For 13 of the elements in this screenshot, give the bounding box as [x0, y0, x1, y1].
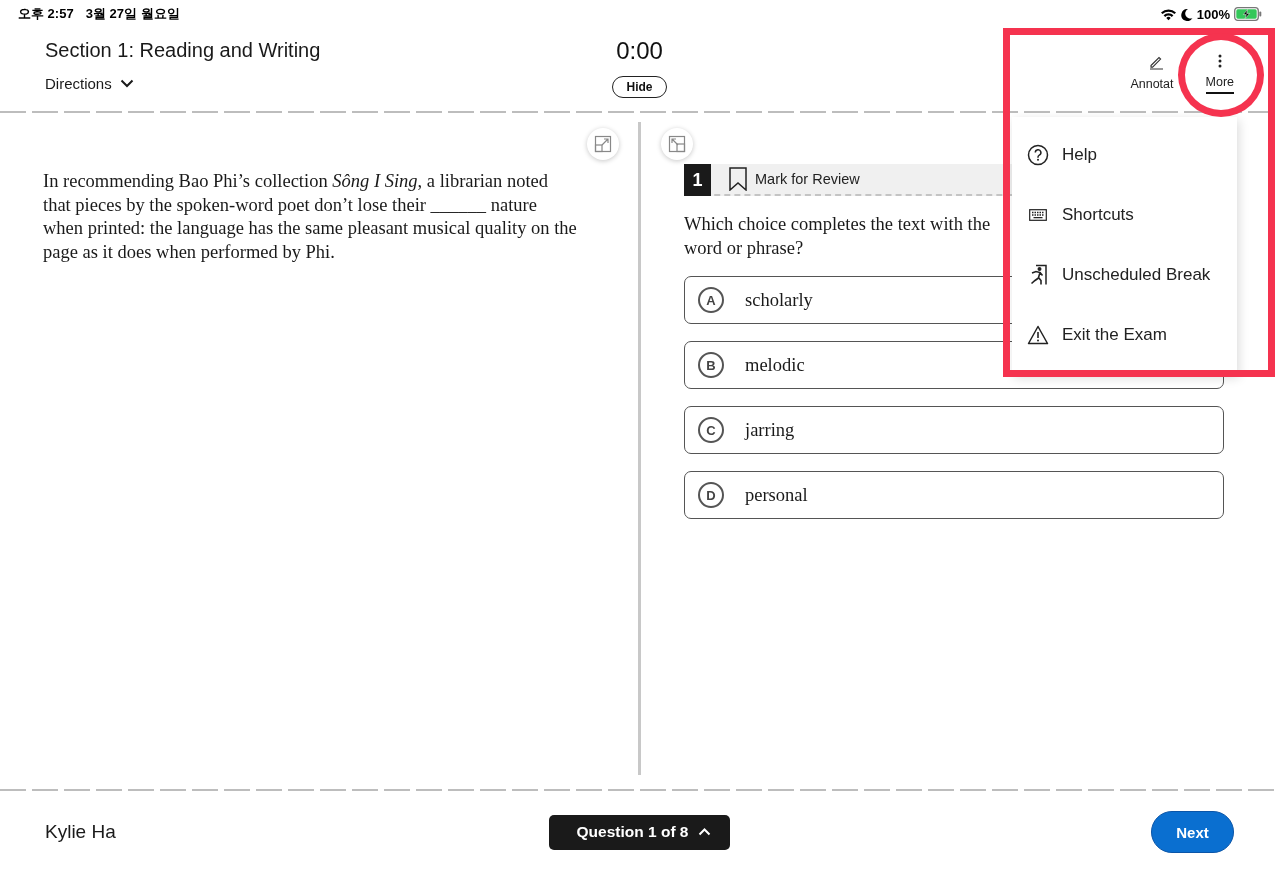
- choice-letter: C: [698, 417, 724, 443]
- student-name: Kylie Ha: [45, 821, 117, 843]
- battery-percent: 100%: [1196, 6, 1230, 22]
- date: 3월 27일 월요일: [85, 5, 180, 23]
- timer: 0:00: [616, 37, 663, 65]
- question-number: 1: [684, 164, 711, 196]
- choice-letter: D: [698, 482, 724, 508]
- clock-time: 오후 2:57: [18, 5, 74, 23]
- choice-letter: A: [698, 287, 724, 313]
- passage-text: In recommending Bao Phi’s collection Sông I Sing, a librarian noted that pieces by the spoken-word poet don’t lose their ______ nature when printed: the language has the same pleasant musical quality on the page as it does when performed by Phi.: [43, 170, 578, 264]
- choice-letter: B: [698, 352, 724, 378]
- section-title: Section 1: Reading and Writing: [45, 39, 321, 62]
- question-prompt: Which choice completes the text with the word or phrase?: [684, 213, 991, 260]
